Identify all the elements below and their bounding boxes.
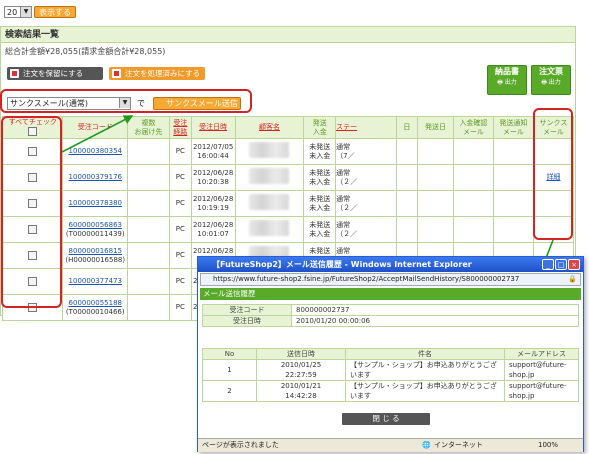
mail-line-1: support@future-	[509, 361, 567, 369]
subject-line-1: 【サンプル・ショップ】お申込ありがとうござ	[350, 382, 497, 390]
status-text: ページが表示されました	[202, 441, 279, 449]
status-bar: ページが表示されました 🌐 インターネット 100%	[198, 438, 583, 452]
sent-datetime: 2010/01/21 14:42:28	[256, 380, 346, 402]
address-url: https://www.future-shop2.fsine.jp/Future…	[213, 275, 520, 283]
maximize-icon[interactable]: □	[555, 259, 567, 270]
sent-date: 2010/01/25	[280, 361, 322, 369]
mail-line-2: shop.jp	[509, 371, 535, 379]
subject: 【サンプル・ショップ】お申込ありがとうござ います	[345, 380, 505, 402]
address-bar[interactable]: https://www.future-shop2.fsine.jp/Future…	[200, 273, 581, 286]
mail-address: support@future-shop.jp	[504, 359, 579, 381]
mail-history-window: 【FutureShop2】メール送信履歴 - Windows Internet …	[197, 256, 584, 452]
order-date-value: 2010/01/20 00:00:06	[291, 315, 579, 327]
order-date-label: 受注日時	[202, 315, 292, 327]
close-icon[interactable]: ×	[568, 259, 580, 270]
window-title-bar: 【FutureShop2】メール送信履歴 - Windows Internet …	[198, 257, 583, 272]
mail-line-2: shop.jp	[509, 392, 535, 400]
mail-history-table: No 送信日時 件名 メールアドレス 1 2010/01/25 22:27:59 【サ…	[202, 348, 579, 402]
lock-icon: 🔒	[568, 275, 577, 283]
security-zone: インターネット	[434, 441, 483, 449]
subject-line-2: います	[350, 371, 371, 379]
close-button[interactable]: 閉 じ る	[342, 413, 430, 425]
order-info-table: 受注コード 800000002737 受注日時 2010/01/20 00:00…	[202, 304, 579, 327]
col-mail: メールアドレス	[504, 348, 579, 360]
subject-line-1: 【サンプル・ショップ】お申込ありがとうござ	[350, 361, 497, 369]
mail-history-header: メール送信履歴	[200, 288, 581, 300]
window-title: 【FutureShop2】メール送信履歴 - Windows Internet …	[212, 260, 472, 269]
close-button-label: 閉 じ る	[372, 414, 400, 423]
order-code-label: 受注コード	[202, 304, 292, 316]
sent-time: 22:27:59	[285, 371, 317, 379]
list-item: 1 2010/01/25 22:27:59 【サンプル・ショップ】お申込ありがとうござ…	[202, 359, 579, 381]
col-subject: 件名	[345, 348, 505, 360]
zoom-level[interactable]: 100%	[538, 439, 558, 452]
mail-line-1: support@future-	[509, 382, 567, 390]
arrow-to-send-button	[61, 115, 134, 153]
sent-time: 14:42:28	[285, 392, 317, 400]
row-no: 1	[202, 359, 257, 381]
subject-line-2: います	[350, 392, 371, 400]
list-item: 2 2010/01/21 14:42:28 【サンプル・ショップ】お申込ありがとうござ…	[202, 380, 579, 402]
col-sent: 送信日時	[256, 348, 346, 360]
globe-icon: 🌐	[422, 441, 431, 449]
row-no: 2	[202, 380, 257, 402]
order-code-value: 800000002737	[291, 304, 579, 316]
mail-address: support@future-shop.jp	[504, 380, 579, 402]
sent-datetime: 2010/01/25 22:27:59	[256, 359, 346, 381]
sent-date: 2010/01/21	[280, 382, 322, 390]
col-no: No	[202, 348, 257, 360]
subject: 【サンプル・ショップ】お申込ありがとうござ います	[345, 359, 505, 381]
minimize-icon[interactable]: _	[542, 259, 554, 270]
